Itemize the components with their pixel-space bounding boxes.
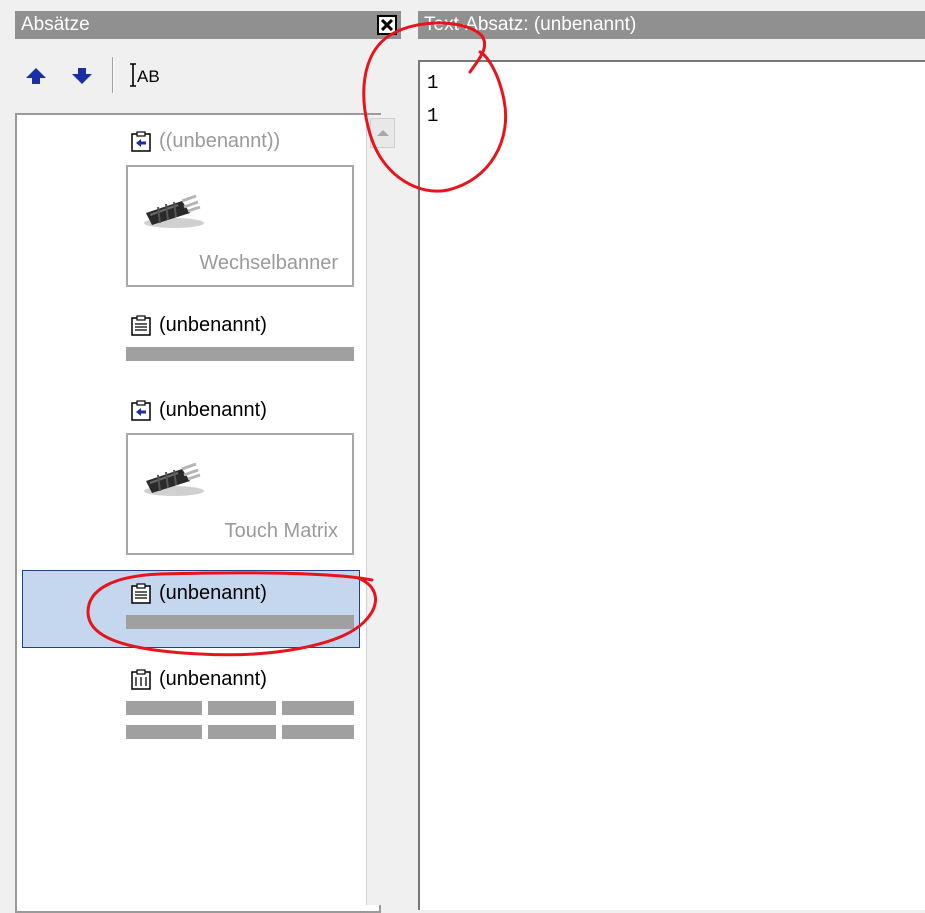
table-paragraph-icon (131, 668, 151, 690)
banner-caption: Wechselbanner (199, 252, 338, 274)
banner-paragraph-icon (131, 399, 151, 421)
vertical-scrollbar[interactable] (366, 115, 397, 905)
list-item-title: (unbenannt) (130, 582, 267, 605)
text-preview-bar (126, 615, 354, 629)
move-down-button[interactable] (68, 62, 96, 90)
toolbar-separator (112, 57, 113, 93)
editor-line: 1 (427, 72, 439, 94)
close-icon (381, 19, 393, 31)
list-item-title: (unbenannt) (130, 314, 267, 337)
text-cursor-ab-icon: AB (130, 63, 160, 87)
list-item-title: (unbenannt) (130, 668, 267, 691)
rename-button[interactable]: AB (126, 60, 164, 90)
editor-line: 1 (427, 105, 439, 127)
list-item[interactable]: ((unbenannt)) Wechselbanner (120, 128, 360, 288)
left-panel-title: Absätze (21, 14, 90, 35)
close-button[interactable] (377, 15, 397, 35)
banner-preview: Touch Matrix (126, 433, 354, 555)
list-item[interactable]: (unbenannt) (120, 312, 360, 362)
plug-icon (144, 194, 204, 228)
text-paragraph-icon (131, 582, 151, 604)
table-preview-cell (126, 725, 202, 739)
list-item-title: (unbenannt) (130, 399, 267, 422)
text-paragraph-icon (131, 314, 151, 336)
scroll-up-button[interactable] (370, 118, 395, 148)
list-item[interactable]: (unbenannt) (120, 666, 360, 746)
svg-text:AB: AB (137, 67, 160, 86)
arrow-down-icon (72, 68, 92, 84)
scroll-up-arrow-icon (376, 130, 389, 136)
right-panel-title: Text-Absatz: (unbenannt) (424, 14, 637, 35)
text-preview-bar (126, 347, 354, 361)
list-item-title: ((unbenannt)) (130, 130, 280, 153)
plug-icon (144, 462, 204, 496)
arrow-up-icon (26, 68, 46, 84)
table-preview-cell (282, 725, 354, 739)
table-preview-cell (208, 701, 276, 715)
left-panel-titlebar: Absätze (15, 11, 401, 39)
banner-preview: Wechselbanner (126, 165, 354, 287)
move-up-button[interactable] (22, 62, 50, 90)
right-panel-titlebar: Text-Absatz: (unbenannt) (418, 11, 925, 39)
banner-paragraph-icon (131, 130, 151, 152)
table-preview-cell (126, 701, 202, 715)
list-item[interactable]: (unbenannt) Touch Matrix (120, 397, 360, 557)
text-editor[interactable]: 1 1 (418, 60, 925, 910)
table-preview-cell (282, 701, 354, 715)
list-item[interactable]: (unbenannt) (120, 580, 360, 630)
table-preview-cell (208, 725, 276, 739)
banner-caption: Touch Matrix (224, 520, 338, 542)
